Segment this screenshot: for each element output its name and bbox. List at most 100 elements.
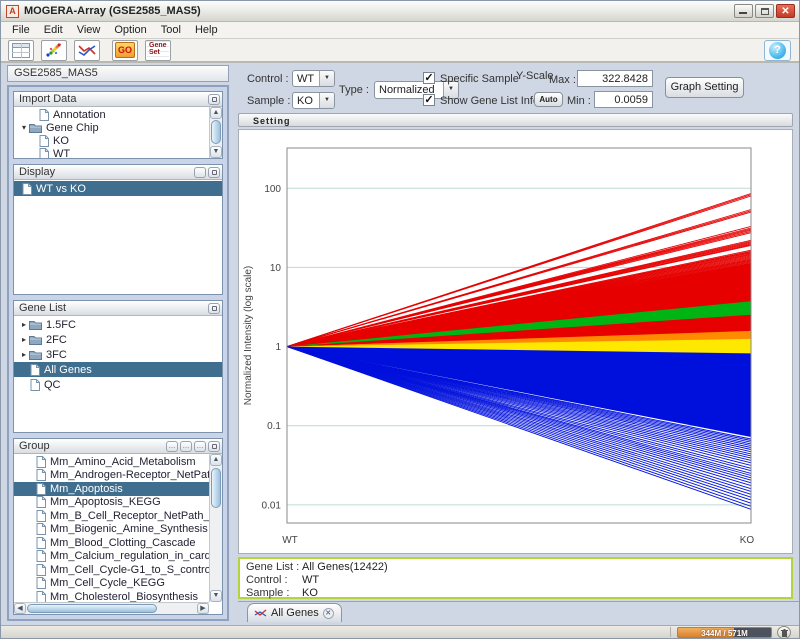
tree-item-gene-chip[interactable]: ▾Gene Chip (14, 121, 209, 134)
profile-chart[interactable]: 1001010.10.01WTKONormalized Intensity (l… (239, 130, 794, 553)
tree-item-ko[interactable]: KO (14, 134, 209, 147)
table-view-button[interactable] (8, 40, 34, 61)
menu-help[interactable]: Help (188, 23, 225, 37)
memory-gauge[interactable]: 344M / 571M (677, 627, 772, 638)
tree-item-qc[interactable]: QC (14, 377, 222, 392)
chevron-down-icon[interactable]: ▼ (319, 71, 334, 86)
tree-item-label: Mm_Androgen-Receptor_NetPath_2 (50, 469, 209, 481)
collapse-panel-button[interactable] (208, 167, 220, 178)
chevron-expanded-icon[interactable]: ▾ (19, 123, 29, 132)
file-icon (36, 537, 46, 549)
scroll-down-icon[interactable]: ▼ (210, 146, 222, 158)
menu-file[interactable]: File (5, 23, 37, 37)
control-label: Control : (247, 73, 289, 85)
collapse-panel-button[interactable] (208, 94, 220, 105)
chevron-collapsed-icon[interactable]: ▸ (19, 335, 29, 344)
file-icon (36, 510, 46, 522)
info-sample-label: Sample : (246, 587, 302, 600)
y-min-field[interactable]: 0.0059 (594, 91, 653, 108)
tree-item-wt[interactable]: WT (14, 147, 209, 158)
scrollbar-thumb[interactable] (211, 468, 221, 508)
go-analysis-button[interactable]: GO (112, 40, 138, 61)
info-gene-list-label: Gene List : (246, 561, 302, 574)
y-max-field[interactable]: 322.8428 (577, 70, 653, 87)
collapse-panel-button[interactable] (208, 303, 220, 314)
chevron-down-icon[interactable]: ▼ (319, 93, 334, 108)
menu-view[interactable]: View (70, 23, 108, 37)
group-action-button[interactable]: … (194, 441, 206, 452)
tree-item-mm-cholesterol-biosynthesis[interactable]: Mm_Cholesterol_Biosynthesis (14, 590, 209, 602)
scrollbar-thumb[interactable] (211, 120, 221, 144)
setting-collapsed-panel[interactable]: Setting (238, 113, 793, 127)
tree-item-all-genes[interactable]: All Genes (14, 362, 222, 377)
show-gene-list-info-checkbox[interactable]: ✓ (423, 94, 435, 106)
dataset-tab[interactable]: GSE2585_MAS5 (7, 65, 229, 82)
tree-item-mm-apoptosis[interactable]: Mm_Apoptosis (14, 482, 209, 496)
close-button[interactable]: ✕ (776, 4, 795, 18)
menu-tool[interactable]: Tool (154, 23, 188, 37)
sample-combo[interactable]: KO ▼ (292, 92, 335, 109)
tree-item-annotation[interactable]: Annotation (14, 108, 209, 121)
y-tick-label: 10 (270, 263, 282, 274)
chevron-collapsed-icon[interactable]: ▸ (19, 350, 29, 359)
help-button[interactable]: ? (764, 40, 791, 61)
tree-item-label: All Genes (44, 364, 92, 376)
file-icon (30, 379, 40, 391)
scroll-down-icon[interactable]: ▼ (210, 590, 222, 602)
tree-item-wt-vs-ko[interactable]: WT vs KO (14, 181, 222, 196)
file-icon (36, 550, 46, 562)
panel-action-button[interactable] (194, 167, 206, 178)
scroll-right-icon[interactable]: ▶ (197, 603, 209, 614)
scrollbar-thumb[interactable] (27, 604, 157, 613)
gene-set-button[interactable]: Gene Set (145, 40, 171, 61)
memory-text: 344M / 571M (678, 628, 771, 638)
display-title: Display (19, 166, 55, 178)
restore-button[interactable] (755, 4, 774, 18)
scatter-plot-button[interactable] (41, 40, 67, 61)
scroll-up-icon[interactable]: ▲ (210, 107, 222, 119)
tree-item-3fc[interactable]: ▸3FC (14, 347, 222, 362)
tree-item-mm-calcium-regulation-in-cardiac-cells[interactable]: Mm_Calcium_regulation_in_cardiac_cells (14, 550, 209, 564)
garbage-collect-button[interactable] (777, 626, 791, 639)
tree-item-mm-cell-cycle-g1-to-s-control-reactome[interactable]: Mm_Cell_Cycle-G1_to_S_control_Reactome (14, 563, 209, 577)
view-tab-bar: All Genes ✕ (238, 601, 799, 622)
scroll-up-icon[interactable]: ▲ (210, 454, 222, 466)
x-category-label: KO (740, 535, 755, 546)
tab-close-icon[interactable]: ✕ (323, 608, 334, 619)
scroll-left-icon[interactable]: ◀ (14, 603, 26, 614)
line-graph-button[interactable] (74, 40, 100, 61)
group-action-button[interactable]: … (166, 441, 178, 452)
tree-item-mm-cell-cycle-kegg[interactable]: Mm_Cell_Cycle_KEGG (14, 577, 209, 591)
tree-item-mm-b-cell-receptor-netpath-12[interactable]: Mm_B_Cell_Receptor_NetPath_12 (14, 509, 209, 523)
scrollbar-horizontal[interactable]: ◀ ▶ (14, 602, 209, 614)
y-tick-label: 0.01 (262, 500, 282, 511)
tree-item-1-5fc[interactable]: ▸1.5FC (14, 317, 222, 332)
collapse-panel-button[interactable] (208, 441, 220, 452)
control-combo[interactable]: WT ▼ (292, 70, 335, 87)
tree-item-mm-blood-clotting-cascade[interactable]: Mm_Blood_Clotting_Cascade (14, 536, 209, 550)
tree-item-mm-biogenic-amine-synthesis[interactable]: Mm_Biogenic_Amine_Synthesis (14, 523, 209, 537)
menu-edit[interactable]: Edit (37, 23, 70, 37)
specific-sample-checkbox[interactable]: ✓ (423, 72, 435, 84)
tree-item-mm-androgen-receptor-netpath-2[interactable]: Mm_Androgen-Receptor_NetPath_2 (14, 469, 209, 483)
group-action-button[interactable]: … (180, 441, 192, 452)
tree-item-label: Mm_Cholesterol_Biosynthesis (50, 591, 198, 602)
tree-item-2fc[interactable]: ▸2FC (14, 332, 222, 347)
scrollbar-vertical[interactable]: ▲ ▼ (209, 454, 222, 602)
file-icon (39, 148, 49, 159)
auto-button[interactable]: Auto (534, 92, 563, 107)
tree-item-mm-apoptosis-kegg[interactable]: Mm_Apoptosis_KEGG (14, 496, 209, 510)
table-icon (12, 43, 30, 58)
chevron-collapsed-icon[interactable]: ▸ (19, 320, 29, 329)
restore-icon (761, 8, 769, 15)
file-icon (39, 109, 49, 121)
sidebar-panels: Import Data Annotation▾Gene ChipKOWT ▲ ▼… (7, 85, 229, 621)
tree-item-mm-amino-acid-metabolism[interactable]: Mm_Amino_Acid_Metabolism (14, 455, 209, 469)
y-tick-label: 100 (264, 184, 281, 195)
tab-all-genes[interactable]: All Genes ✕ (247, 603, 342, 622)
graph-setting-button[interactable]: Graph Setting (665, 77, 744, 98)
minimize-button[interactable] (734, 4, 753, 18)
tree-item-label: Mm_Amino_Acid_Metabolism (50, 456, 196, 468)
scrollbar-vertical[interactable]: ▲ ▼ (209, 107, 222, 158)
menu-option[interactable]: Option (107, 23, 153, 37)
